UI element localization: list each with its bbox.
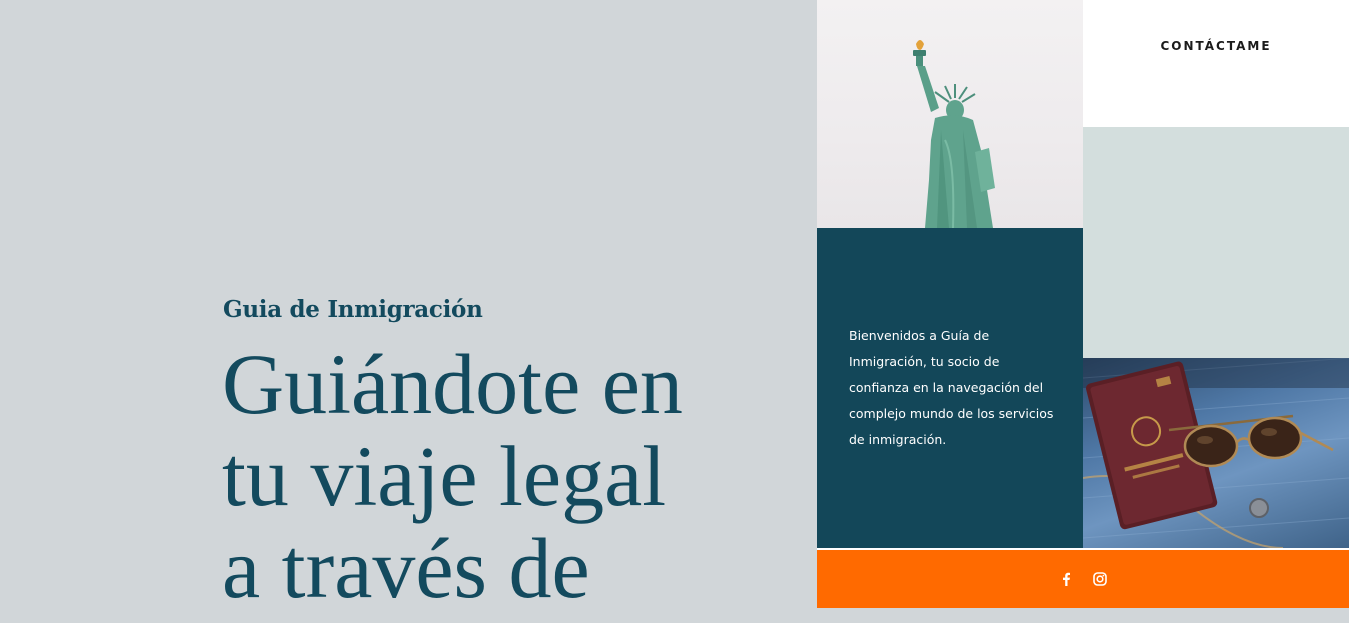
hero-headline: Guiándote en tu viaje legal a través de — [222, 338, 812, 614]
hero-eyebrow: Guia de Inmigración — [223, 296, 483, 323]
instagram-icon[interactable] — [1092, 571, 1108, 587]
hero-headline-line: tu viaje legal — [222, 428, 667, 524]
social-bar — [817, 548, 1349, 608]
hero-headline-line: a través de — [222, 520, 590, 616]
social-icons — [817, 550, 1349, 608]
statue-illustration — [913, 40, 995, 228]
intro-text: Bienvenidos a Guía de Inmigración, tu so… — [849, 328, 1054, 447]
passport-illustration — [1083, 358, 1349, 548]
passport-sunglasses-image — [1083, 358, 1349, 548]
contact-box: CONTÁCTAME — [1083, 0, 1349, 127]
contact-button[interactable]: CONTÁCTAME — [1083, 39, 1349, 53]
bottom-strip — [817, 608, 1349, 623]
decorative-mint-block — [1083, 127, 1349, 358]
intro-panel: Bienvenidos a Guía de Inmigración, tu so… — [817, 228, 1083, 548]
hero-headline-line: Guiándote en — [222, 336, 683, 432]
statue-of-liberty-image — [817, 0, 1083, 228]
hero-section: Guia de Inmigración Guiándote en tu viaj… — [0, 0, 817, 623]
facebook-icon[interactable] — [1058, 571, 1074, 587]
